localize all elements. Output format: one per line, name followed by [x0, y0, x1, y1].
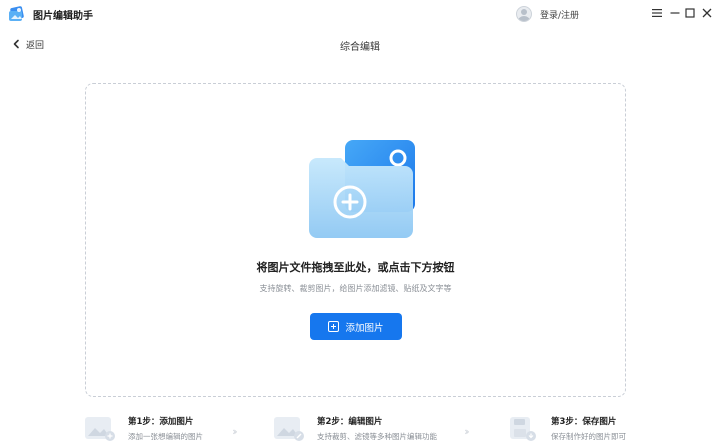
add-image-button[interactable]: 添加图片: [310, 313, 402, 340]
minimize-button[interactable]: [668, 6, 682, 20]
app-logo-icon: [9, 6, 24, 21]
menu-icon: [652, 9, 662, 17]
close-icon: [702, 8, 712, 18]
folder-add-icon: [309, 140, 415, 238]
close-button[interactable]: [700, 6, 714, 20]
minimize-icon: [670, 12, 680, 14]
drop-zone-subtitle: 支持旋转、裁剪图片，给图片添加滤镜、贴纸及文字等: [259, 284, 452, 293]
step-title: 第1步：添加图片: [128, 417, 194, 427]
add-image-label: 添加图片: [345, 322, 384, 334]
login-button[interactable]: 登录/注册: [516, 5, 579, 23]
add-image-step-icon: [85, 417, 115, 441]
save-image-step-icon: [510, 417, 536, 441]
add-icon: [328, 321, 340, 332]
title-bar: 图片编辑助手 登录/注册: [0, 0, 720, 28]
maximize-icon: [685, 8, 695, 18]
login-label: 登录/注册: [540, 10, 580, 21]
step-title: 第2步：编辑图片: [317, 417, 383, 427]
menu-button[interactable]: [650, 6, 664, 20]
page-title: 综合编辑: [340, 42, 380, 53]
avatar-icon: [516, 6, 532, 22]
edit-image-step-icon: [274, 417, 304, 441]
step-desc: 保存制作好的图片即可: [551, 432, 626, 441]
drop-zone-title: 将图片文件拖拽至此处，或点击下方按钮: [256, 261, 455, 274]
step-title: 第3步：保存图片: [551, 417, 617, 427]
maximize-button[interactable]: [683, 6, 697, 20]
image-drop-zone[interactable]: 将图片文件拖拽至此处，或点击下方按钮 支持旋转、裁剪图片，给图片添加滤镜、贴纸及…: [85, 83, 626, 397]
step-desc: 支持裁剪、滤镜等多种图片编辑功能: [317, 432, 437, 441]
step-desc: 添加一张想编辑的图片: [128, 432, 203, 441]
chevron-right-icon: ››: [232, 425, 238, 438]
app-title: 图片编辑助手: [33, 11, 93, 22]
chevron-right-icon: ››: [464, 425, 470, 438]
